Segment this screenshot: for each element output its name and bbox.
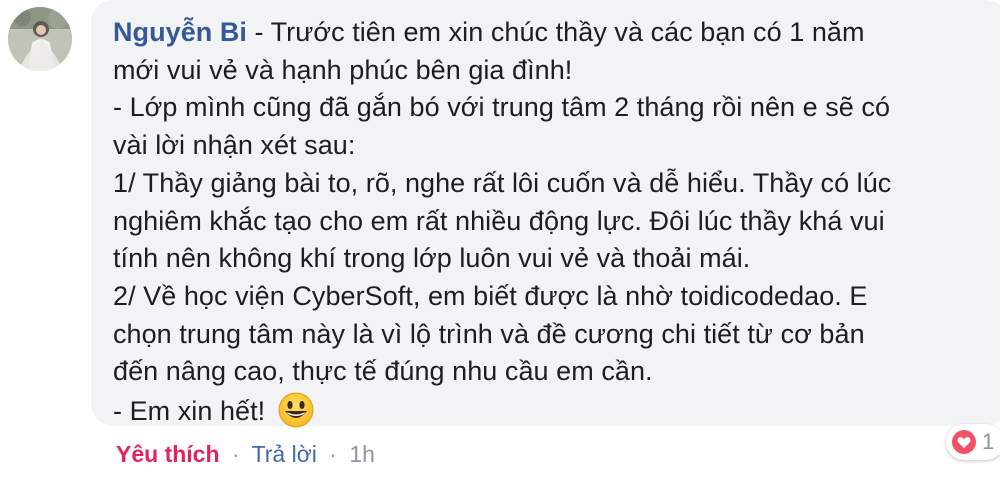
reply-link[interactable]: Trả lời <box>252 441 317 467</box>
avatar-photo <box>8 7 72 71</box>
comment-line: Nguyễn Bi - Trước tiên em xin chúc thầy … <box>113 14 987 52</box>
comment-line-text: - Trước tiên em xin chúc thầy và các bạn… <box>246 17 865 47</box>
author-name[interactable]: Nguyễn Bi <box>113 17 247 47</box>
comment-bubble: Nguyễn Bi - Trước tiên em xin chúc thầy … <box>91 0 1000 428</box>
reaction-summary[interactable]: 1 <box>946 424 1000 460</box>
comment-line: 2/ Về học viện CyberSoft, em biết được l… <box>113 280 868 311</box>
comment-line: mới vui vẻ và hạnh phúc bên gia đình! <box>113 54 573 85</box>
comment-line: 1/ Thầy giảng bài to, rõ, nghe rất lôi c… <box>113 167 892 198</box>
comment-line: - Lớp mình cũng đã gắn bó với trung tâm … <box>113 92 891 123</box>
comment-line: vài lời nhận xét sau: <box>113 130 356 161</box>
separator-dot: · <box>231 441 240 467</box>
comment-actions: Yêu thích · Trả lời · 1h <box>116 438 375 470</box>
comment-line-text: - Em xin hết! <box>113 396 273 427</box>
like-link[interactable]: Yêu thích <box>116 441 220 467</box>
grinning-face-emoji-icon <box>277 391 315 429</box>
comment-line: tính nên không khí trong lớp luôn vui vẻ… <box>113 243 751 274</box>
comment-text: Nguyễn Bi - Trước tiên em xin chúc thầy … <box>113 14 987 431</box>
separator-dot: · <box>329 441 337 467</box>
heart-icon <box>952 430 976 454</box>
comment-line: chọn trung tâm này là vì lộ trình và đề … <box>113 318 865 349</box>
comment-line-last: - Em xin hết! <box>113 391 987 431</box>
comment-line: đến nâng cao, thực tế đúng nhu cầu em cầ… <box>113 356 653 387</box>
avatar[interactable] <box>8 7 72 71</box>
reaction-count: 1 <box>982 429 995 454</box>
timestamp[interactable]: 1h <box>349 441 375 467</box>
comment-container: Nguyễn Bi - Trước tiên em xin chúc thầy … <box>0 0 1000 484</box>
comment-line: nghiêm khắc tạo cho em rất nhiều động lự… <box>113 205 885 236</box>
